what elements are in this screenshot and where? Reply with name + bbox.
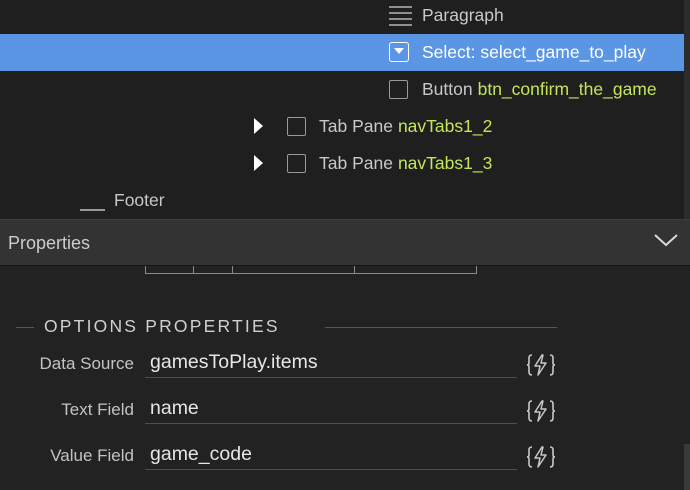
component-type: Tab Pane [319,153,393,173]
dynamic-binding-icon[interactable] [526,398,556,424]
tree-item-tab-pane-3[interactable]: Tab Pane navTabs1_3 [0,145,690,182]
tree-item-tab-pane-2[interactable]: Tab Pane navTabs1_2 [0,108,690,145]
tree-item-footer[interactable]: Footer [0,182,690,219]
tree-scrollbar[interactable] [684,0,690,219]
tree-item-select[interactable]: Select: select_game_to_play [0,34,690,71]
tree-item-label: Paragraph [422,5,504,25]
component-name: navTabs1_3 [397,153,493,173]
properties-header[interactable]: Properties [0,219,690,266]
button-icon [389,80,408,99]
tree-item-paragraph[interactable]: Paragraph [0,0,690,34]
button-group-fragment [145,266,477,274]
select-icon [389,42,409,62]
dynamic-binding-icon[interactable] [526,352,556,378]
tree-item-label: Button btn_confirm_the_game [422,79,657,100]
text-field-label: Text Field [61,400,134,419]
component-type: Tab Pane [319,116,393,136]
data-source-input[interactable] [145,348,517,378]
tab-pane-icon [287,154,306,173]
data-source-label: Data Source [39,354,135,373]
properties-panel: OPTIONS PROPERTIES Data Source Text Fiel… [0,266,690,490]
tree-item-label: Tab Pane navTabs1_3 [319,153,492,174]
tree-item-label: Tab Pane navTabs1_2 [319,116,492,137]
tree-item-label: Footer [114,190,165,210]
tab-pane-icon [287,117,306,136]
tree-item-button[interactable]: Button btn_confirm_the_game [0,71,690,108]
tree-item-label: Select: select_game_to_play [422,42,646,62]
value-field-input[interactable] [145,440,517,470]
paragraph-icon [389,6,412,26]
footer-icon [80,209,105,211]
text-field-input[interactable] [145,394,517,424]
structure-tree: Paragraph Select: select_game_to_play Bu… [0,0,690,219]
panel-scrollbar[interactable] [684,444,690,490]
properties-title: Properties [8,233,91,253]
section-divider [325,327,557,328]
component-type: Button [422,79,473,99]
chevron-down-icon[interactable] [653,232,679,248]
expand-triangle-icon[interactable] [254,155,263,171]
dynamic-binding-icon[interactable] [526,444,556,470]
value-field-label: Value Field [50,446,134,465]
section-title: OPTIONS PROPERTIES [44,316,280,336]
section-divider [16,327,34,328]
expand-triangle-icon[interactable] [254,118,263,134]
component-name: btn_confirm_the_game [477,79,657,99]
component-name: navTabs1_2 [397,116,493,136]
